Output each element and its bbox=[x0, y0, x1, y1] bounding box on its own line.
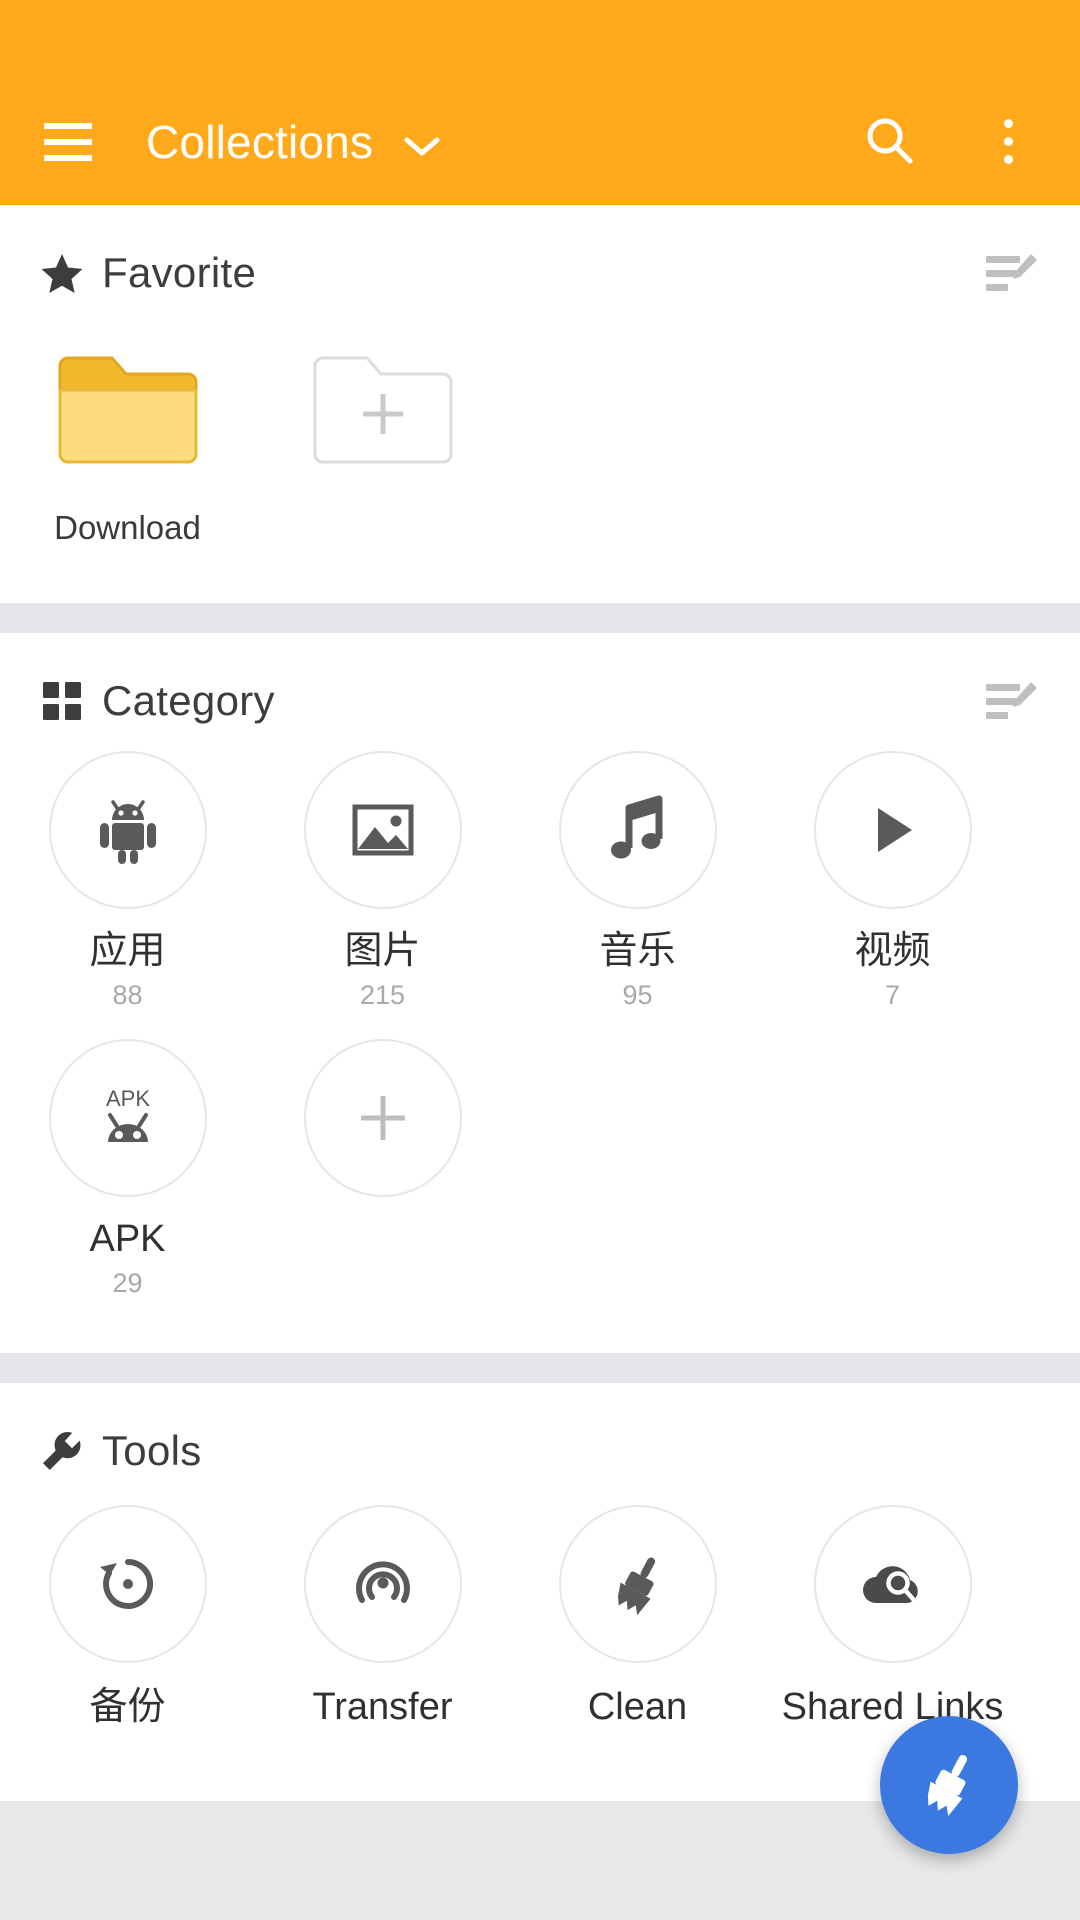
category-item-apps[interactable]: 应用 88 bbox=[0, 751, 255, 1011]
category-add-button[interactable] bbox=[255, 1039, 510, 1299]
category-section: Category 应用 88 图片 215 音乐 95 视频 7 APK APK… bbox=[0, 633, 1080, 1354]
plus-icon bbox=[303, 1039, 462, 1198]
tools-item-label: Clean bbox=[587, 1686, 688, 1729]
category-item-music[interactable]: 音乐 95 bbox=[510, 751, 765, 1011]
category-header: Category bbox=[0, 633, 1080, 725]
folder-icon bbox=[48, 343, 208, 473]
app-screen: Collections Favorite Download Category 应… bbox=[0, 0, 1080, 1920]
category-title: Category bbox=[102, 677, 275, 724]
category-item-label: 图片 bbox=[344, 930, 421, 972]
add-folder-icon bbox=[303, 343, 463, 473]
tools-header: Tools bbox=[0, 1383, 1080, 1475]
edit-list-icon[interactable] bbox=[984, 250, 1040, 296]
category-item-count: 29 bbox=[112, 1268, 143, 1299]
music-note-icon bbox=[558, 751, 717, 909]
toolbar-left-group: Collections bbox=[44, 115, 862, 169]
category-item-count: 95 bbox=[622, 980, 653, 1011]
favorite-section: Favorite Download bbox=[0, 205, 1080, 603]
broadcast-icon bbox=[303, 1505, 462, 1664]
category-item-count: 215 bbox=[359, 980, 406, 1011]
more-vertical-icon[interactable] bbox=[980, 113, 1036, 169]
tools-item-label: 备份 bbox=[89, 1686, 166, 1729]
search-icon[interactable] bbox=[862, 113, 918, 169]
section-divider-1 bbox=[0, 603, 1080, 633]
apk-icon: APK bbox=[48, 1039, 207, 1198]
cloud-search-icon bbox=[813, 1505, 972, 1664]
restore-backup-icon bbox=[48, 1505, 207, 1664]
grid-icon bbox=[40, 679, 84, 723]
favorite-grid: Download bbox=[0, 297, 1080, 557]
category-item-apk[interactable]: APK APK 29 bbox=[0, 1039, 255, 1299]
favorite-item-download[interactable]: Download bbox=[0, 343, 255, 547]
category-item-images[interactable]: 图片 215 bbox=[255, 751, 510, 1011]
tools-item-shared-links[interactable]: Shared Links bbox=[765, 1505, 1020, 1729]
toolbar-right-group bbox=[862, 113, 1036, 169]
category-item-label: APK bbox=[89, 1218, 166, 1261]
tools-item-label: Transfer bbox=[312, 1686, 453, 1729]
category-item-videos[interactable]: 视频 7 bbox=[765, 751, 1020, 1011]
category-grid: 应用 88 图片 215 音乐 95 视频 7 APK APK 29 bbox=[0, 725, 1080, 1327]
play-triangle-icon bbox=[813, 751, 972, 909]
toolbar-title[interactable]: Collections bbox=[146, 115, 440, 169]
edit-list-icon[interactable] bbox=[984, 678, 1040, 724]
toolbar-title-text: Collections bbox=[146, 116, 374, 168]
star-icon bbox=[40, 251, 84, 295]
favorite-title: Favorite bbox=[102, 249, 257, 296]
chevron-down-icon[interactable] bbox=[404, 115, 440, 169]
tools-title: Tools bbox=[102, 1427, 202, 1475]
tools-grid: 备份 Transfer Clean Shared Links bbox=[0, 1475, 1080, 1757]
category-item-count: 7 bbox=[884, 980, 901, 1011]
wrench-icon bbox=[40, 1429, 84, 1473]
category-item-label: 视频 bbox=[854, 930, 931, 972]
svg-text:APK: APK bbox=[105, 1086, 149, 1111]
section-divider-2 bbox=[0, 1353, 1080, 1384]
hamburger-menu-icon[interactable] bbox=[44, 123, 92, 161]
tools-item-transfer[interactable]: Transfer bbox=[255, 1505, 510, 1729]
broom-icon bbox=[558, 1505, 717, 1664]
category-item-label: 应用 bbox=[89, 930, 166, 972]
broom-icon bbox=[913, 1747, 985, 1824]
android-robot-icon bbox=[48, 751, 207, 909]
image-icon bbox=[303, 751, 462, 909]
category-item-count: 88 bbox=[112, 980, 143, 1011]
favorite-header: Favorite bbox=[0, 205, 1080, 297]
app-toolbar: Collections bbox=[0, 0, 1080, 205]
clean-fab-button[interactable] bbox=[880, 1716, 1018, 1854]
tools-item-clean[interactable]: Clean bbox=[510, 1505, 765, 1729]
category-item-label: 音乐 bbox=[599, 930, 676, 972]
tools-item-backup[interactable]: 备份 bbox=[0, 1505, 255, 1729]
favorite-add-folder[interactable] bbox=[255, 343, 510, 547]
favorite-item-label: Download bbox=[54, 509, 201, 546]
